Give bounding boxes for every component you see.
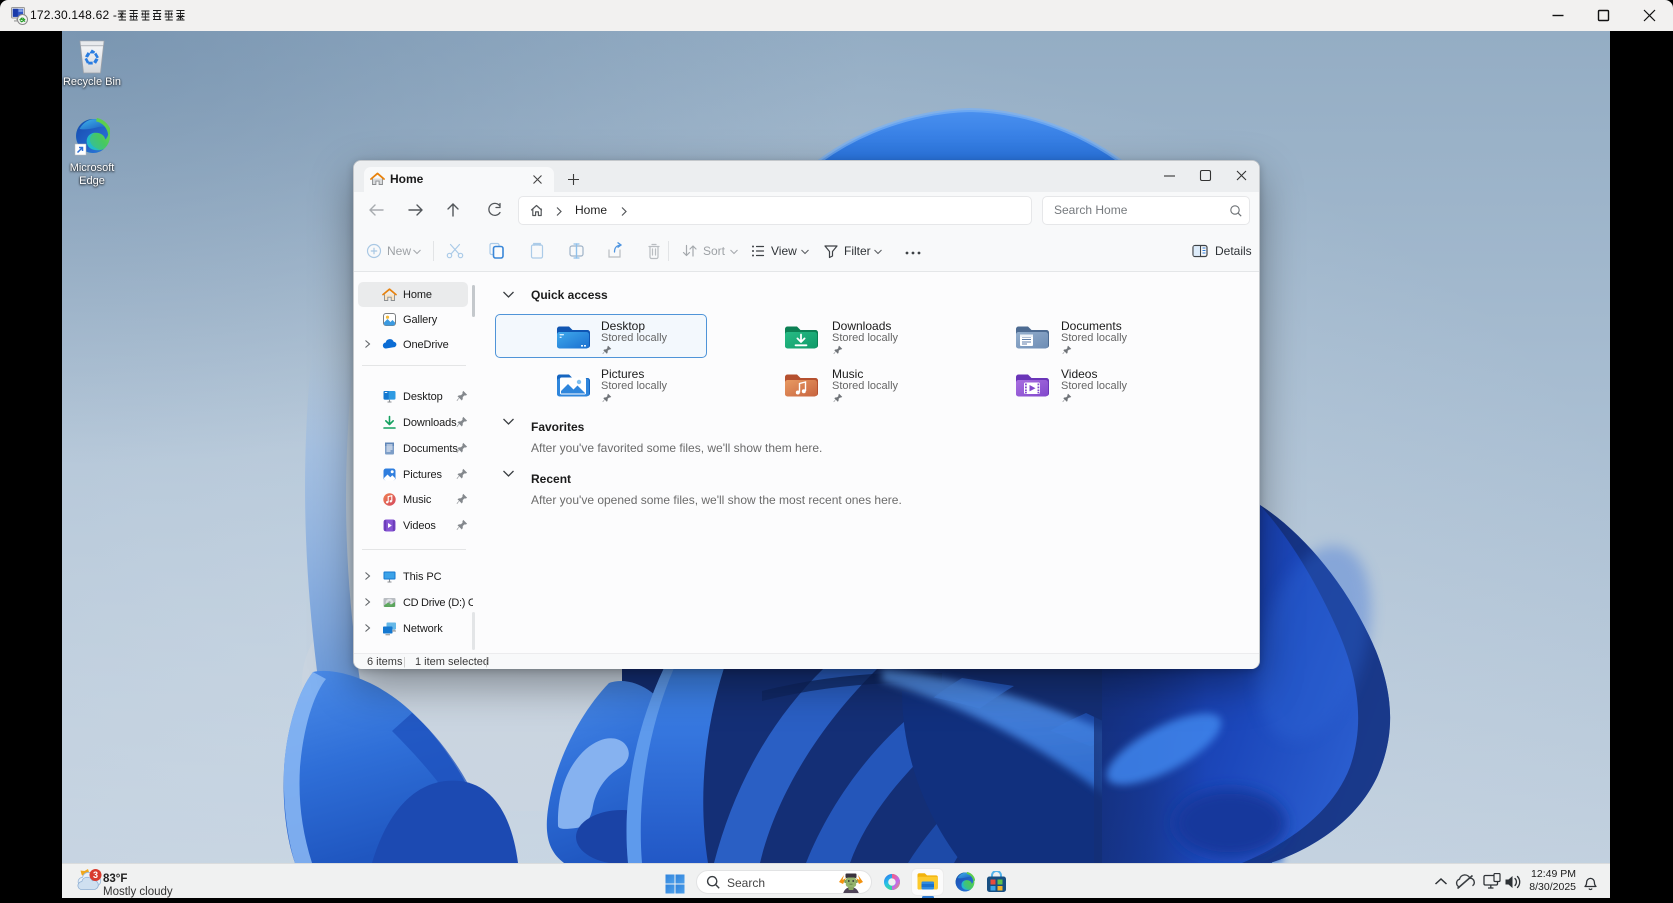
svg-text:3: 3 (93, 870, 98, 880)
